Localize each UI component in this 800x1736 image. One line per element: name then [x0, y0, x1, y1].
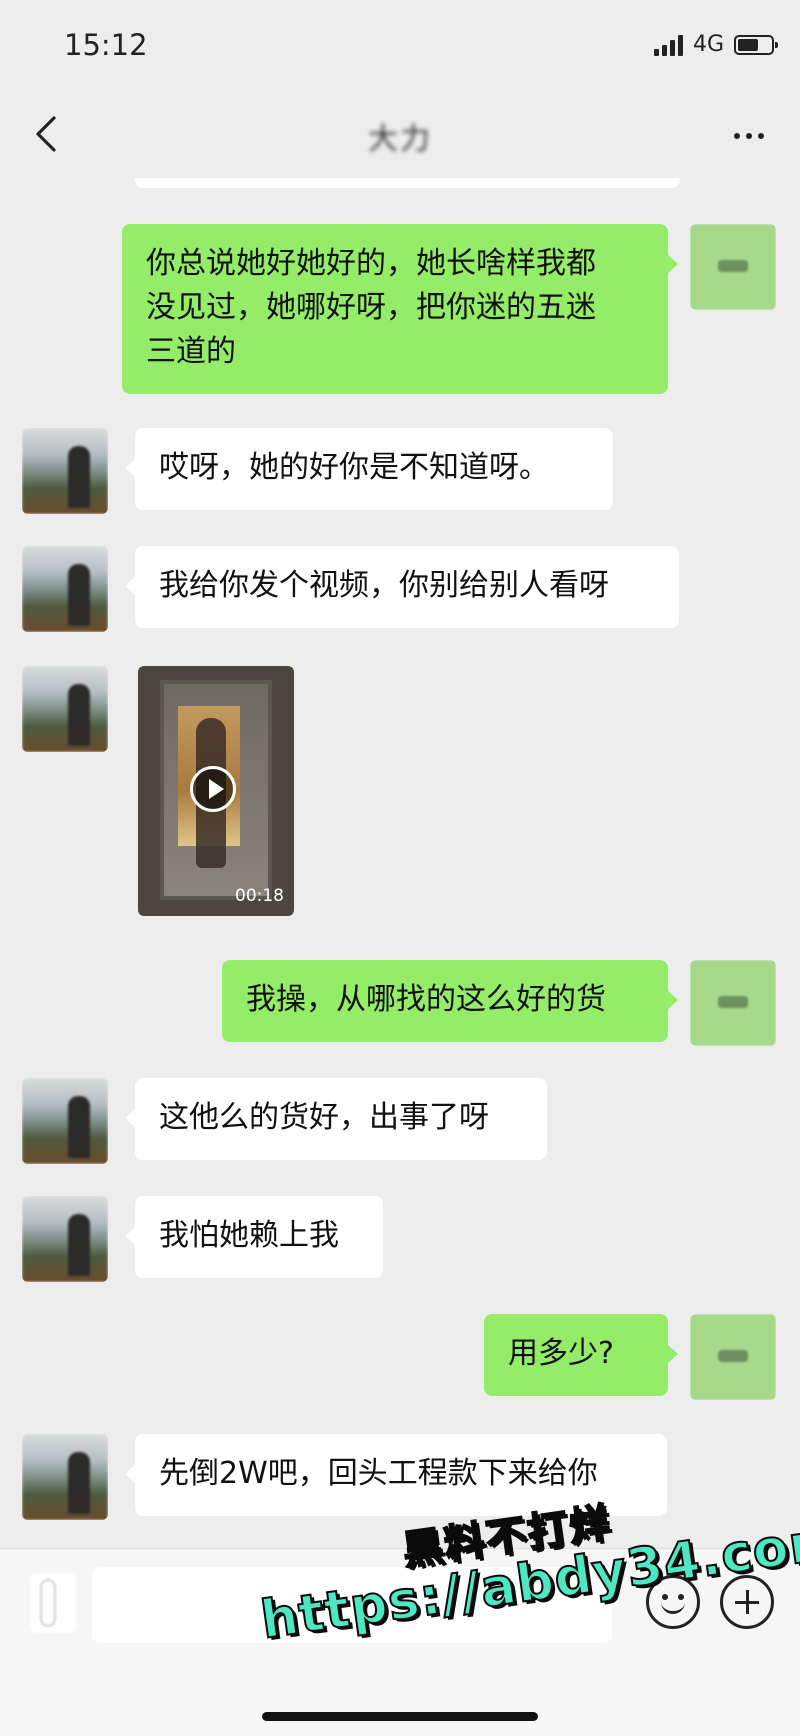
- message-list[interactable]: 你总说她好她好的，她长啥样我都 没见过，她哪好呀，把你迷的五迷 三道的 哎呀，她…: [0, 178, 800, 1548]
- chat-header: 大力: [0, 92, 800, 178]
- avatar-contact[interactable]: [22, 1078, 108, 1164]
- avatar-contact[interactable]: [22, 1434, 108, 1520]
- voice-input-button[interactable]: [30, 1573, 76, 1633]
- avatar-self[interactable]: [690, 224, 776, 310]
- status-indicators: 4G: [653, 32, 778, 57]
- avatar-contact[interactable]: [22, 666, 108, 752]
- message-bubble-contact[interactable]: 哎呀，她的好你是不知道呀。: [125, 428, 613, 510]
- signal-icon: [653, 34, 683, 56]
- message-bubble-self[interactable]: 你总说她好她好的，她长啥样我都 没见过，她哪好呀，把你迷的五迷 三道的: [122, 224, 678, 394]
- partial-message-bubble: [135, 178, 680, 188]
- play-icon[interactable]: [190, 766, 236, 812]
- status-bar: 15:12 4G: [0, 0, 800, 92]
- avatar-self[interactable]: [690, 960, 776, 1046]
- message-bubble-contact[interactable]: 这他么的货好，出事了呀: [125, 1078, 547, 1160]
- more-button[interactable]: [724, 116, 774, 156]
- plus-icon[interactable]: [720, 1575, 774, 1629]
- network-type: 4G: [692, 32, 724, 57]
- message-bubble-contact[interactable]: 我怕她赖上我: [125, 1196, 383, 1278]
- more-dots-icon: [734, 133, 740, 139]
- avatar-contact[interactable]: [22, 428, 108, 514]
- video-message[interactable]: 00:18: [138, 666, 294, 916]
- video-duration: 00:18: [235, 886, 284, 906]
- battery-icon: [734, 34, 778, 55]
- avatar-self[interactable]: [690, 1314, 776, 1400]
- message-bubble-contact[interactable]: 我给你发个视频，你别给别人看呀: [125, 546, 679, 628]
- input-bar: [0, 1548, 800, 1736]
- emoji-icon[interactable]: [646, 1575, 700, 1629]
- message-input[interactable]: [92, 1567, 612, 1643]
- message-bubble-contact[interactable]: 先倒2W吧，回头工程款下来给你: [125, 1434, 667, 1516]
- avatar-contact[interactable]: [22, 546, 108, 632]
- message-bubble-self[interactable]: 用多少?: [484, 1314, 678, 1396]
- avatar-contact[interactable]: [22, 1196, 108, 1282]
- status-time: 15:12: [64, 28, 148, 62]
- chat-title: 大力: [368, 122, 432, 157]
- message-bubble-self[interactable]: 我操，从哪找的这么好的货: [222, 960, 678, 1042]
- home-indicator: [262, 1712, 538, 1721]
